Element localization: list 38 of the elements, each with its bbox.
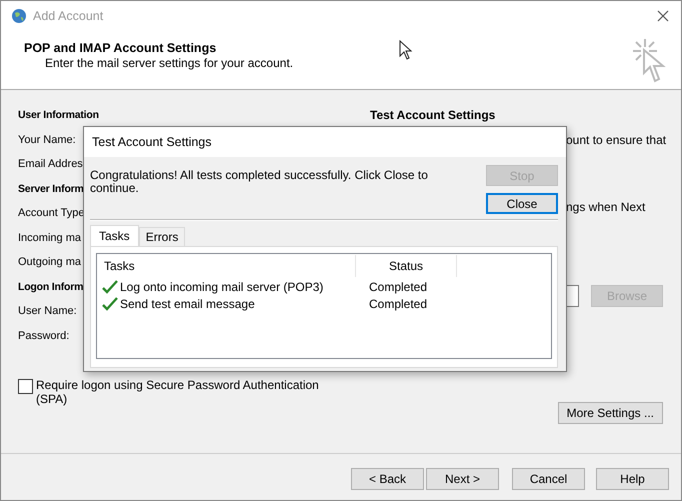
task-name: Send test email message (120, 296, 255, 310)
checkbox[interactable] (18, 379, 33, 394)
description-text: ngs when Next (566, 200, 646, 214)
more-settings-button[interactable]: More Settings ... (558, 402, 663, 424)
field-label: User Name: (18, 305, 77, 317)
footer-button[interactable]: Next > (426, 468, 499, 490)
field-label: Incoming ma (18, 232, 81, 244)
footer-button[interactable]: Cancel (512, 468, 585, 490)
dialog-button[interactable]: Close (486, 193, 558, 214)
page-subtitle: Enter the mail server settings for your account. (45, 56, 294, 70)
column-header: Tasks (103, 259, 136, 273)
task-status: Completed (368, 296, 428, 310)
window-title: Add Account (33, 9, 104, 23)
field-label: Outgoing ma (18, 256, 81, 268)
section-heading: Test Account Settings (370, 108, 496, 122)
close-icon[interactable] (657, 10, 669, 22)
footer-button[interactable]: < Back (351, 468, 424, 490)
dialog-title: Test Account Settings (92, 135, 212, 149)
cursor-sparkle-icon (631, 37, 667, 83)
checkbox-label: Require logon using Secure Password Authentication (SPA) (36, 378, 320, 406)
section-heading: Server Inform (18, 182, 84, 194)
task-status: Completed (368, 280, 428, 294)
page-heading: POP and IMAP Account Settings (24, 41, 216, 55)
footer-button[interactable]: Help (596, 468, 669, 490)
task-name: Log onto incoming mail server (POP3) (120, 280, 324, 294)
field-label: Account Type (18, 207, 84, 219)
field-label: Email Addres (18, 158, 83, 170)
cursor-icon (399, 40, 413, 60)
tab[interactable]: Errors (138, 227, 186, 246)
section-heading: Logon Inform (18, 280, 84, 292)
column-header: Status (355, 255, 456, 277)
field-label: Password: (18, 330, 70, 342)
globe-icon (11, 8, 27, 24)
status-message: Congratulations! All tests completed successfully. Click Close to continue. (90, 167, 429, 197)
tab[interactable]: Tasks (90, 225, 139, 246)
section-heading: User Information (18, 109, 99, 121)
field-label: Your Name: (18, 134, 76, 146)
description-text: ount to ensure that (566, 132, 666, 146)
